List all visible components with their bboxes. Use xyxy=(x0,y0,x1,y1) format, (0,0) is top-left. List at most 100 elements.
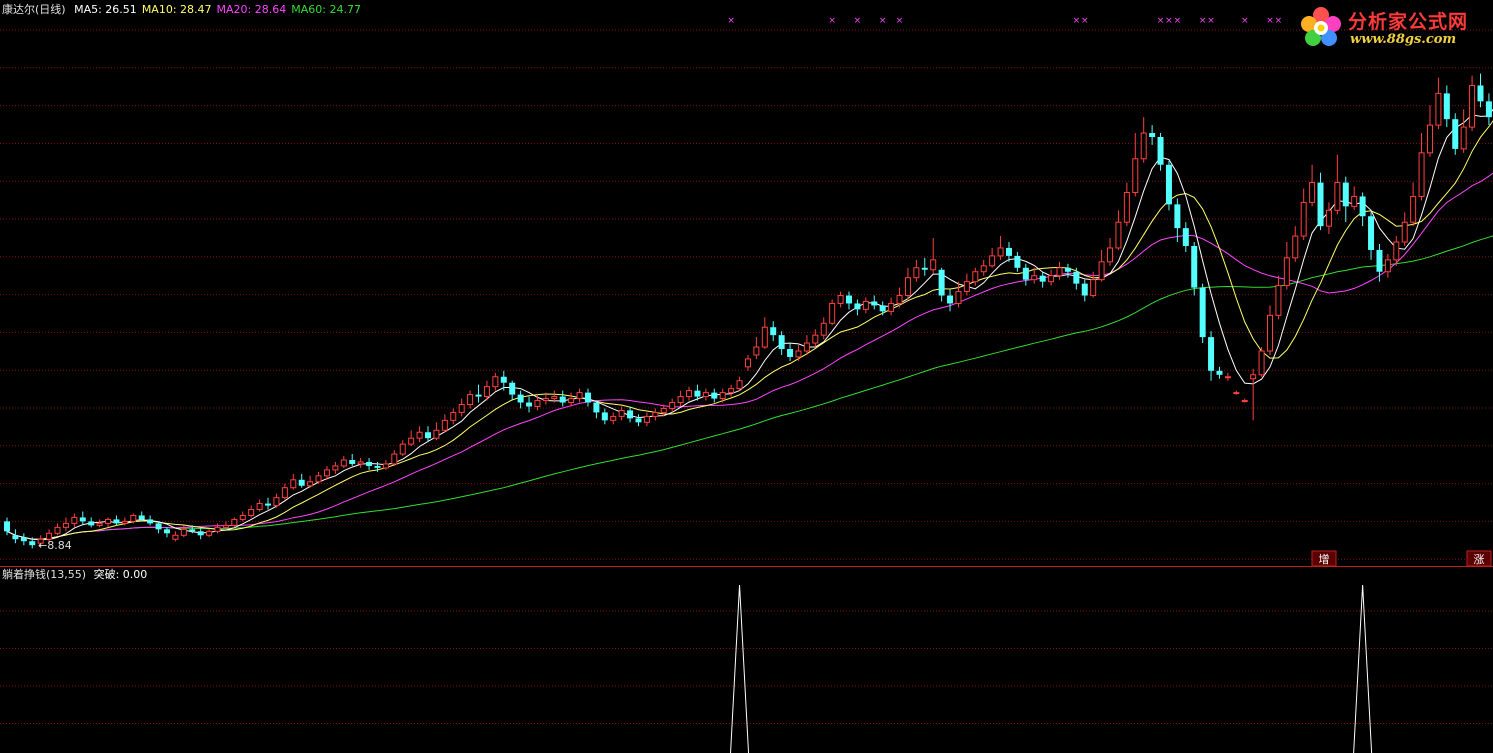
candle-body xyxy=(1140,132,1147,160)
candle-body xyxy=(1014,255,1021,268)
candle-body xyxy=(888,302,895,312)
ma60-line xyxy=(6,235,1493,540)
candle-body xyxy=(1359,196,1366,217)
signal-marker: × xyxy=(1157,16,1165,26)
candle-body xyxy=(559,396,566,403)
candle-body xyxy=(829,302,836,324)
candle-body xyxy=(1031,275,1038,281)
candle-body xyxy=(425,432,431,439)
candle-body xyxy=(1199,287,1206,338)
signal-marker: × xyxy=(1207,16,1215,26)
candle-body xyxy=(1081,283,1088,296)
candle-body xyxy=(736,380,743,390)
indicator-spike xyxy=(730,584,750,753)
candle-body xyxy=(1452,119,1459,149)
candle-body xyxy=(281,487,288,499)
candle-body xyxy=(913,267,920,279)
candle-body xyxy=(1132,158,1139,193)
candle-body xyxy=(105,518,112,524)
candle-body xyxy=(96,522,103,526)
candle-body xyxy=(1056,267,1063,277)
candle-body xyxy=(315,475,322,483)
indicator-panel xyxy=(730,584,1373,753)
candle-body xyxy=(197,531,204,536)
signal-marker: × xyxy=(1241,16,1249,26)
signal-marker: × xyxy=(1073,16,1081,26)
candle-body xyxy=(1123,191,1130,223)
signal-marker: × xyxy=(879,16,887,26)
candle-body xyxy=(728,388,735,394)
candle-body xyxy=(290,479,297,489)
candle-body xyxy=(610,415,617,421)
candle-body xyxy=(1342,182,1349,207)
signal-marker: × xyxy=(1174,16,1182,26)
candle-body xyxy=(921,267,928,270)
candle-body xyxy=(20,537,27,542)
candle-body xyxy=(121,520,128,524)
candle-body xyxy=(1258,350,1265,376)
candle-body xyxy=(155,523,162,530)
candle-body xyxy=(871,301,878,306)
candle-body xyxy=(1485,101,1492,118)
candle-body xyxy=(1300,201,1307,237)
ma-legend-item: MA60: 24.77 xyxy=(291,3,361,16)
candle-body xyxy=(753,346,760,356)
candle-body xyxy=(1165,164,1172,205)
candle-body xyxy=(854,303,861,310)
candle-body xyxy=(172,534,179,540)
candle-body xyxy=(433,429,440,439)
candle-body xyxy=(349,459,356,464)
candle-body xyxy=(1090,279,1097,297)
signal-marker: × xyxy=(1275,16,1283,26)
candle-body xyxy=(1064,267,1071,272)
candle-body xyxy=(12,535,19,540)
candle-body xyxy=(1393,241,1400,261)
candle-body xyxy=(130,514,137,522)
indicator-header: 躺着挣钱(13,55) 突破: 0.00 xyxy=(2,568,147,582)
signal-marker: × xyxy=(1165,16,1173,26)
candle-body xyxy=(483,386,490,398)
candle-body xyxy=(1460,126,1467,150)
logo-title: 分析家公式网 xyxy=(1348,11,1469,33)
signal-marker: × xyxy=(1266,16,1274,26)
candle-body xyxy=(930,259,937,271)
stock-chart: × × × × × × × × × × × × × × × ←8.84 增 涨 xyxy=(0,16,1493,753)
price-grid xyxy=(0,29,1493,724)
logo-url: www.88gs.com xyxy=(1350,32,1457,47)
candle-body xyxy=(568,398,575,404)
candle-body xyxy=(1233,392,1240,395)
candle-body xyxy=(711,392,718,399)
candlestick-series xyxy=(4,73,1492,549)
candle-body xyxy=(1435,92,1442,126)
candle-body xyxy=(1275,285,1282,316)
candle-body xyxy=(147,519,154,524)
candle-body xyxy=(635,418,642,423)
candle-body xyxy=(500,376,507,383)
candle-body xyxy=(71,516,78,524)
candle-body xyxy=(62,522,69,528)
candle-body xyxy=(1182,228,1189,246)
ma-legend-item: MA5: 26.51 xyxy=(74,3,137,16)
candle-body xyxy=(399,443,406,455)
candle-body xyxy=(1410,195,1417,223)
candle-body xyxy=(231,518,238,526)
candle-body xyxy=(997,247,1004,257)
candle-body xyxy=(458,404,465,413)
candle-body xyxy=(1376,249,1383,272)
candle-body xyxy=(904,277,911,297)
candle-body xyxy=(307,481,314,487)
candle-body xyxy=(79,517,86,522)
candle-body xyxy=(332,465,339,471)
candle-body xyxy=(1191,245,1198,288)
candle-body xyxy=(1149,133,1156,137)
candle-body xyxy=(1039,275,1046,282)
candle-body xyxy=(989,255,996,267)
candle-body xyxy=(820,322,827,336)
candle-body xyxy=(744,358,751,368)
candle-body xyxy=(669,402,676,409)
candle-body xyxy=(467,394,474,405)
candle-body xyxy=(846,295,852,304)
candle-body xyxy=(214,526,221,532)
candle-body xyxy=(770,327,777,336)
candle-body xyxy=(947,295,954,304)
